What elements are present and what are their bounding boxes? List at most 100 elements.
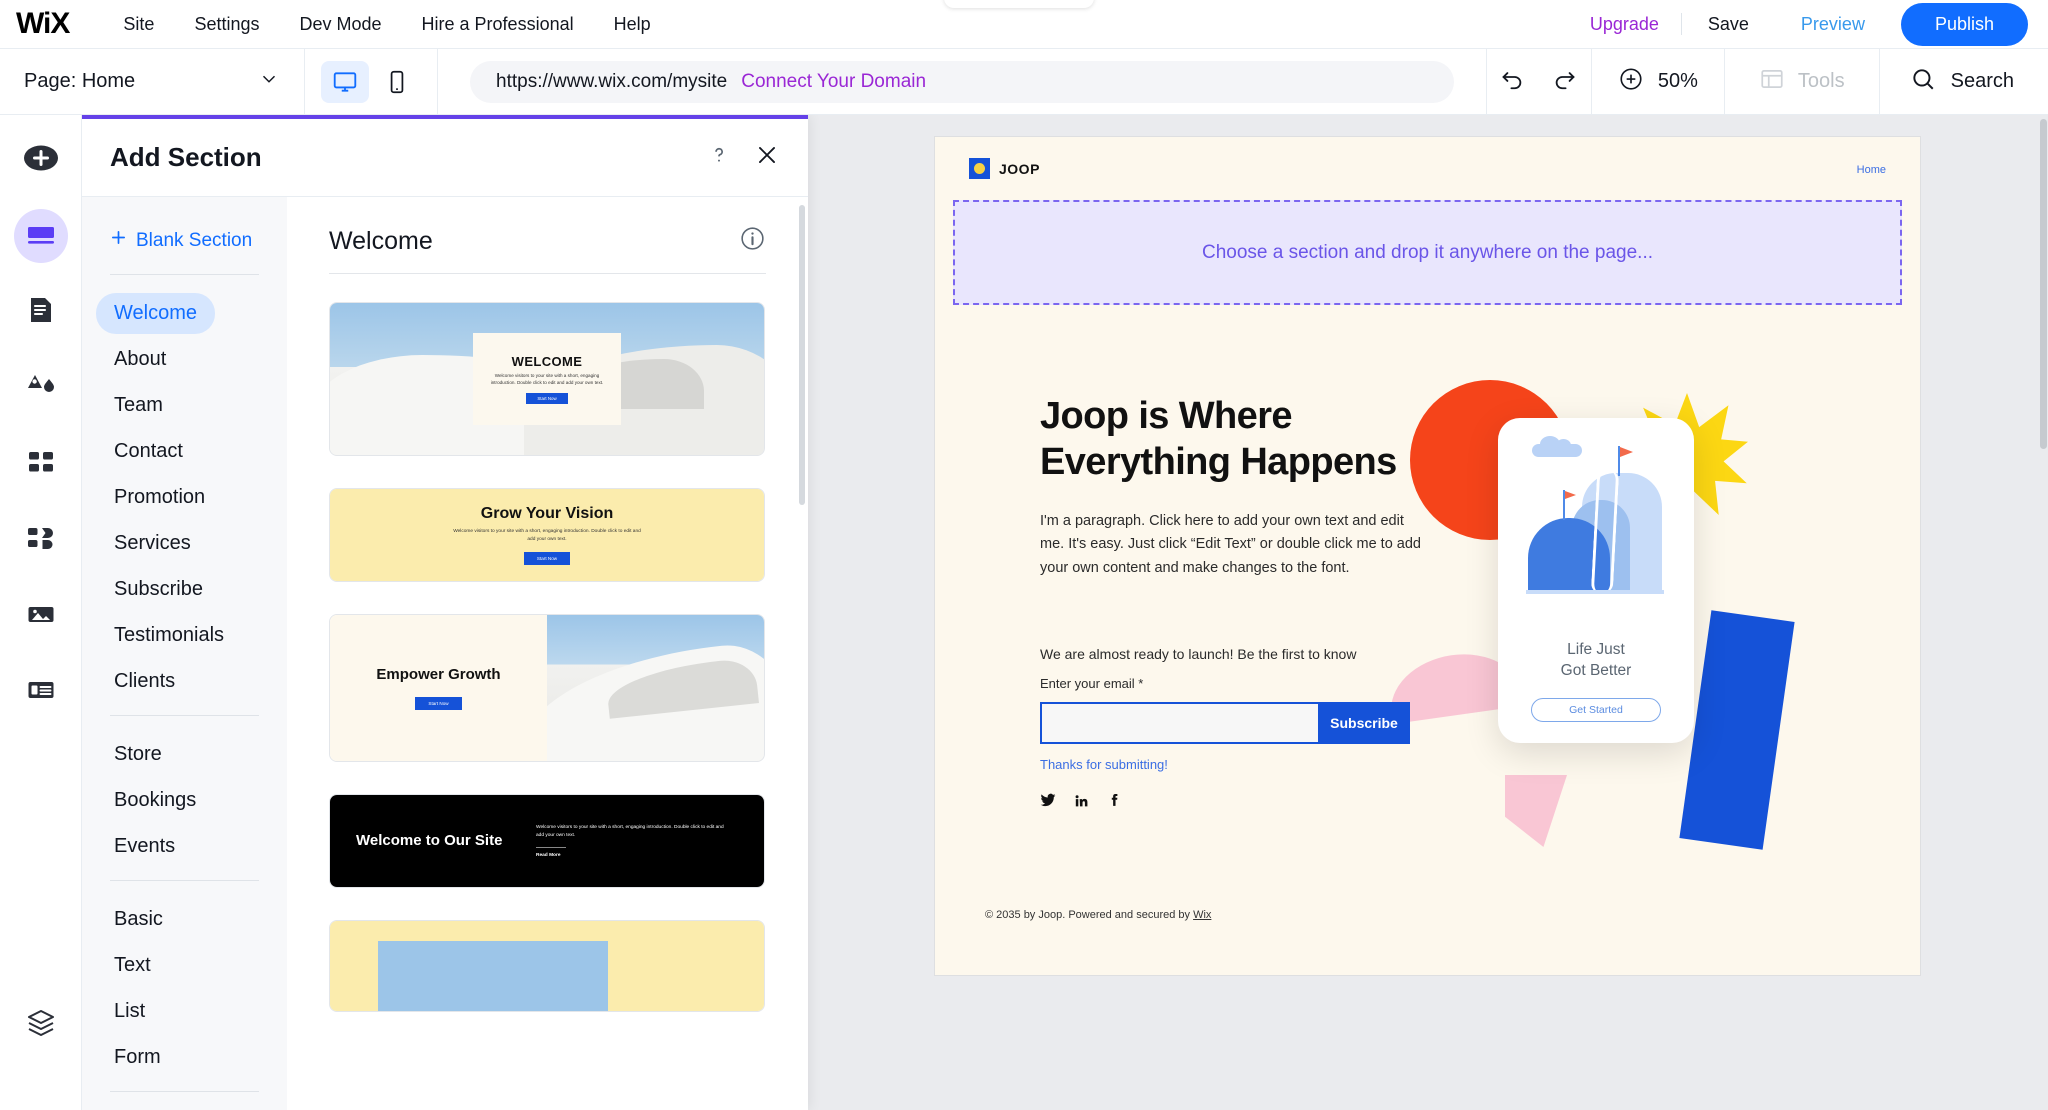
site-url-bar[interactable]: https://www.wix.com/mysite Connect Your … <box>470 60 1454 103</box>
page-selector[interactable]: Page: Home <box>0 49 305 114</box>
close-icon[interactable] <box>754 142 780 173</box>
subscribe-button[interactable]: Subscribe <box>1318 702 1410 745</box>
sidebar-item-add-section[interactable] <box>13 209 68 263</box>
blank-section-button[interactable]: Blank Section <box>82 219 287 266</box>
help-icon[interactable] <box>706 142 732 173</box>
hero-paragraph: I'm a paragraph. Click here to add your … <box>1040 512 1421 576</box>
category-basic[interactable]: Basic <box>96 899 181 940</box>
category-welcome[interactable]: Welcome <box>96 293 215 334</box>
menu-item-help[interactable]: Help <box>594 8 671 41</box>
add-section-icon <box>24 217 58 256</box>
subscribe-row: Subscribe <box>1040 702 1410 745</box>
template-card-empower-growth[interactable]: Empower Growth Start Now <box>329 614 765 762</box>
email-input[interactable] <box>1040 702 1318 745</box>
template-paragraph: Welcome visitors to your site with a sho… <box>453 529 641 542</box>
category-clients[interactable]: Clients <box>96 661 193 702</box>
mountain-base <box>1526 590 1664 594</box>
menu-item-site[interactable]: Site <box>103 8 174 41</box>
template-thumb: Empower Growth Start Now <box>330 615 764 761</box>
category-about[interactable]: About <box>96 339 184 380</box>
hero-heading-line2: Everything Happens <box>1040 441 1397 484</box>
publish-button[interactable]: Publish <box>1900 2 2028 46</box>
category-testimonials[interactable]: Testimonials <box>96 615 242 656</box>
category-team[interactable]: Team <box>96 385 181 426</box>
get-started-button[interactable]: Get Started <box>1531 697 1661 722</box>
zoom-control[interactable]: 50% <box>1592 66 1724 97</box>
template-button: Start Now <box>526 392 568 404</box>
stage-scrollbar-thumb[interactable] <box>2040 119 2047 449</box>
template-paragraph: Welcome visitors to your site with a sho… <box>536 824 724 838</box>
redo-button[interactable] <box>1539 56 1591 108</box>
template-card-grow-your-vision[interactable]: Grow Your Vision Welcome visitors to you… <box>329 488 765 582</box>
site-logo[interactable]: JOOP <box>969 158 1040 179</box>
panel-scrollbar-thumb[interactable] <box>799 205 805 505</box>
phone-mockup[interactable]: Life Just Got Better Get Started <box>1498 418 1694 743</box>
template-card-welcome-dunes[interactable]: WELCOME Welcome visitors to your site wi… <box>329 302 765 456</box>
sidebar-item-content-manager[interactable] <box>14 665 68 719</box>
wix-editor-window: WiX Site Settings Dev Mode Hire a Profes… <box>0 0 2048 1110</box>
desktop-view-button[interactable] <box>321 60 369 103</box>
search-label: Search <box>1950 70 2014 92</box>
sidebar-item-media[interactable] <box>14 589 68 643</box>
menu-item-settings[interactable]: Settings <box>174 8 279 41</box>
category-services[interactable]: Services <box>96 523 209 564</box>
category-bookings[interactable]: Bookings <box>96 780 214 821</box>
zoom-in-icon[interactable] <box>1618 66 1644 97</box>
facebook-icon[interactable] <box>1107 793 1121 812</box>
preview-button[interactable]: Preview <box>1775 14 1891 35</box>
pink-wedge-shape <box>1505 775 1567 847</box>
category-divider-3 <box>110 880 259 881</box>
site-preview: JOOP Home Choose a section and drop it a… <box>935 137 1920 975</box>
info-icon[interactable] <box>739 225 766 257</box>
template-card-partial[interactable] <box>329 920 765 1012</box>
template-image-block <box>378 941 608 1011</box>
panel-header: Add Section <box>82 119 808 197</box>
tools-button[interactable]: Tools <box>1725 66 1879 97</box>
category-store[interactable]: Store <box>96 734 180 775</box>
template-button: Start Now <box>415 696 462 710</box>
sidebar-item-layers[interactable] <box>14 998 68 1052</box>
category-events[interactable]: Events <box>96 826 193 867</box>
tools-group: Tools <box>1723 49 1879 114</box>
connect-domain-link[interactable]: Connect Your Domain <box>741 71 926 93</box>
wix-logo[interactable]: WiX <box>16 9 89 39</box>
sidebar-item-add-elements[interactable] <box>14 133 68 187</box>
search-button[interactable]: Search <box>1880 66 2048 97</box>
panel-scrollbar[interactable] <box>799 205 805 1085</box>
stage-scrollbar[interactable] <box>2039 115 2048 1110</box>
template-card-welcome-to-our-site[interactable]: Welcome to Our Site Welcome visitors to … <box>329 794 765 888</box>
site-url-text: https://www.wix.com/mysite <box>496 70 728 92</box>
category-text[interactable]: Text <box>96 945 169 986</box>
template-thumb <box>330 921 764 1011</box>
category-subscribe[interactable]: Subscribe <box>96 569 221 610</box>
template-thumb: Grow Your Vision Welcome visitors to you… <box>330 489 764 581</box>
template-thumb-right: Welcome visitors to your site with a sho… <box>536 824 726 858</box>
twitter-icon[interactable] <box>1040 792 1056 813</box>
site-nav-link-home[interactable]: Home <box>1857 164 1886 176</box>
plus-icon <box>110 229 127 252</box>
sidebar-item-my-business[interactable] <box>14 513 68 567</box>
category-contact[interactable]: Contact <box>96 431 201 472</box>
template-thumb: WELCOME Welcome visitors to your site wi… <box>330 303 764 455</box>
category-list[interactable]: List <box>96 991 163 1032</box>
template-thumb: Welcome to Our Site Welcome visitors to … <box>330 795 764 887</box>
tools-panel-icon <box>1759 66 1785 97</box>
undo-button[interactable] <box>1487 56 1539 108</box>
viewport-switch <box>305 49 438 114</box>
mobile-view-button[interactable] <box>373 61 421 103</box>
sidebar-item-app-market[interactable] <box>14 437 68 491</box>
section-dropzone[interactable]: Choose a section and drop it anywhere on… <box>953 200 1902 305</box>
save-button[interactable]: Save <box>1682 14 1775 35</box>
upgrade-link[interactable]: Upgrade <box>1568 14 1681 35</box>
linkedin-icon[interactable] <box>1074 793 1089 813</box>
menu-item-dev-mode[interactable]: Dev Mode <box>279 8 401 41</box>
phone-card-title-line2: Got Better <box>1560 662 1632 680</box>
category-form[interactable]: Form <box>96 1037 179 1078</box>
template-overlay-card: WELCOME Welcome visitors to your site wi… <box>473 333 621 425</box>
phone-card-title: Life Just Got Better <box>1498 639 1694 682</box>
sidebar-item-pages[interactable] <box>14 285 68 339</box>
footer-wix-link[interactable]: Wix <box>1193 909 1211 921</box>
category-promotion[interactable]: Promotion <box>96 477 223 518</box>
sidebar-item-site-design[interactable] <box>14 361 68 415</box>
menu-item-hire-a-professional[interactable]: Hire a Professional <box>402 8 594 41</box>
